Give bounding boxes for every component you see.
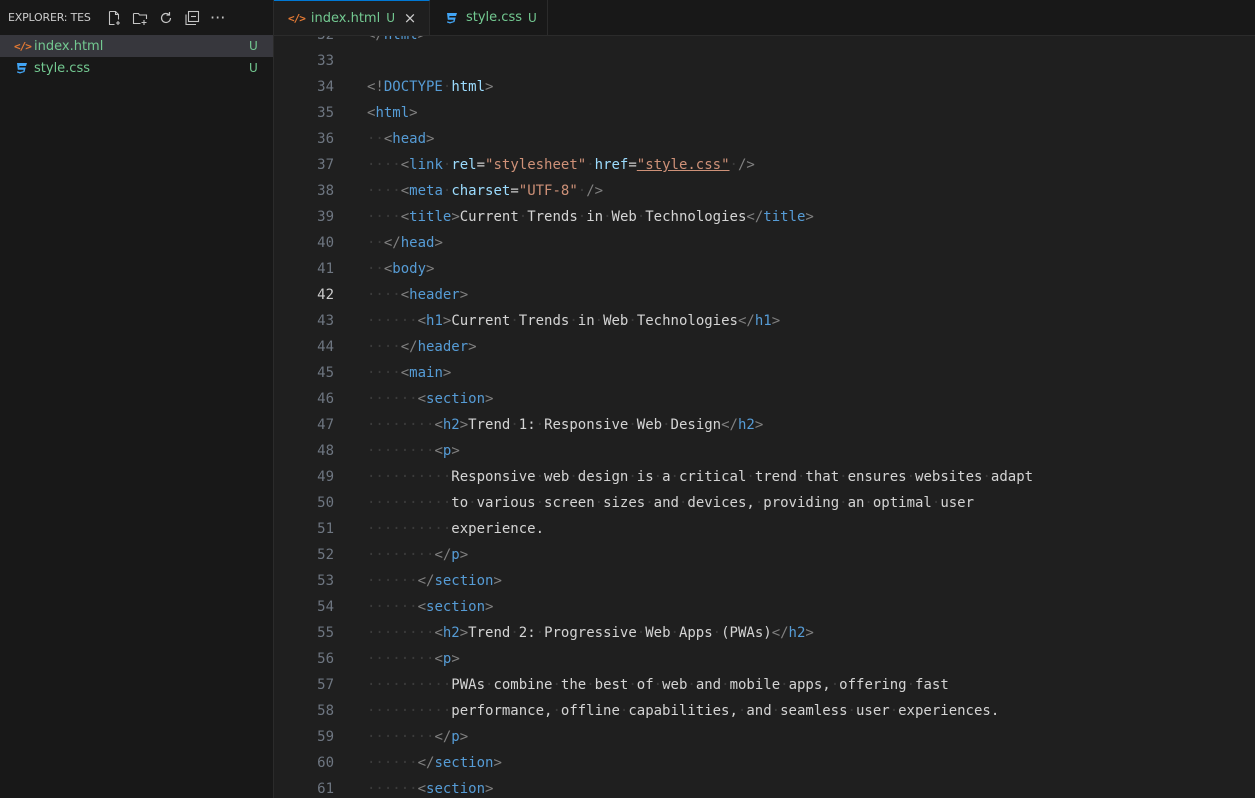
file-item-index-html[interactable]: </> index.html U xyxy=(0,35,273,57)
code-text: ········<p> xyxy=(367,443,460,459)
file-name: style.css xyxy=(34,60,90,76)
line-number: 57 xyxy=(317,677,334,693)
line-number: 41 xyxy=(317,261,334,277)
tab-style-css[interactable]: style.css U xyxy=(430,0,548,35)
code-text: ······<section> xyxy=(367,599,494,615)
line-number: 40 xyxy=(317,235,334,251)
code-text: <!DOCTYPE·html> xyxy=(367,79,494,95)
line-number: 60 xyxy=(317,755,334,771)
explorer-sidebar: EXPLORER: TES ··· </> index.html U style… xyxy=(0,0,274,798)
line-number: 39 xyxy=(317,209,334,225)
line-number: 51 xyxy=(317,521,334,537)
line-number: 37 xyxy=(317,157,334,173)
code-text: ····<header> xyxy=(367,287,469,303)
close-icon[interactable]: × xyxy=(401,9,419,27)
line-number: 54 xyxy=(317,599,334,615)
line-number: 33 xyxy=(317,53,334,69)
line-number: 38 xyxy=(317,183,334,199)
code-text: ········</p> xyxy=(367,729,469,745)
code-text: ········<h2>Trend·1:·Responsive·Web·Desi… xyxy=(367,417,764,433)
git-status-badge: U xyxy=(386,11,395,25)
line-number: 55 xyxy=(317,625,334,641)
git-status-badge: U xyxy=(249,61,258,75)
code-text: </html> xyxy=(367,36,426,48)
line-number: 48 xyxy=(317,443,334,459)
code-text: ··<head> xyxy=(367,131,435,147)
code-text: ··········to·various·screen·sizes·and·de… xyxy=(367,495,975,511)
line-number: 32 xyxy=(274,36,334,48)
code-text: ··········experience. xyxy=(367,521,545,537)
html-file-icon: </> xyxy=(14,39,32,53)
line-number: 52 xyxy=(317,547,334,563)
file-item-style-css[interactable]: style.css U xyxy=(0,57,273,79)
git-status-badge: U xyxy=(527,10,537,25)
code-text: ······<h1>Current·Trends·in·Web·Technolo… xyxy=(367,313,781,329)
code-text: ········</p> xyxy=(367,547,469,563)
css-file-icon xyxy=(14,57,30,79)
line-number: 56 xyxy=(317,651,334,667)
code-text: ····<title>Current·Trends·in·Web·Technol… xyxy=(367,209,814,225)
line-number: 49 xyxy=(317,469,334,485)
code-text: ······<section> xyxy=(367,391,494,407)
new-folder-icon[interactable] xyxy=(129,7,151,29)
tab-label: style.css xyxy=(465,10,522,25)
line-number: 46 xyxy=(317,391,334,407)
line-number: 47 xyxy=(317,417,334,433)
line-number: 43 xyxy=(317,313,334,329)
css-file-icon xyxy=(444,10,460,26)
code-text: ··<body> xyxy=(367,261,435,277)
refresh-icon[interactable] xyxy=(155,7,177,29)
line-number: 34 xyxy=(317,79,334,95)
tab-index-html[interactable]: </> index.html U × xyxy=(274,0,430,35)
code-text: ····<main> xyxy=(367,365,452,381)
line-number: 36 xyxy=(317,131,334,147)
code-editor[interactable]: 32 </html> 33 34 <!DOCTYPE·html> 35 <html> 36 ··… xyxy=(274,36,1255,798)
code-text: ······</section> xyxy=(367,755,502,771)
line-number: 35 xyxy=(317,105,334,121)
explorer-title: EXPLORER: TES xyxy=(8,11,91,24)
code-text: <html> xyxy=(367,105,418,121)
line-number: 45 xyxy=(317,365,334,381)
code-text: ··········performance,·offline·capabilit… xyxy=(367,703,1000,719)
git-status-badge: U xyxy=(249,39,258,53)
collapse-all-icon[interactable] xyxy=(181,7,203,29)
html-file-icon: </> xyxy=(288,11,306,25)
code-text: ··</head> xyxy=(367,235,443,251)
line-number: 44 xyxy=(317,339,334,355)
new-file-icon[interactable] xyxy=(103,7,125,29)
explorer-header: EXPLORER: TES ··· xyxy=(0,0,273,35)
code-text: ······</section> xyxy=(367,573,502,589)
line-number: 53 xyxy=(317,573,334,589)
file-name: index.html xyxy=(34,38,104,54)
more-icon[interactable]: ··· xyxy=(207,7,229,29)
code-text: ····<link·rel="stylesheet"·href="style.c… xyxy=(367,157,755,173)
line-number: 58 xyxy=(317,703,334,719)
line-number: 59 xyxy=(317,729,334,745)
tab-label: index.html xyxy=(310,10,381,26)
editor-tab-bar: </> index.html U × style.css U xyxy=(274,0,1255,36)
code-text: ··········PWAs·combine·the·best·of·web·a… xyxy=(367,677,949,693)
line-number: 42 xyxy=(317,287,334,303)
line-number: 61 xyxy=(317,781,334,797)
code-text: ······<section> xyxy=(367,781,494,797)
code-text: ········<h2>Trend·2:·Progressive·Web·App… xyxy=(367,625,814,641)
code-text: ····</header> xyxy=(367,339,477,355)
code-text: ········<p> xyxy=(367,651,460,667)
code-text: ····<meta·charset="UTF-8"·/> xyxy=(367,183,604,199)
code-text: ··········Responsive·web·design·is·a·cri… xyxy=(367,469,1034,485)
line-number: 50 xyxy=(317,495,334,511)
